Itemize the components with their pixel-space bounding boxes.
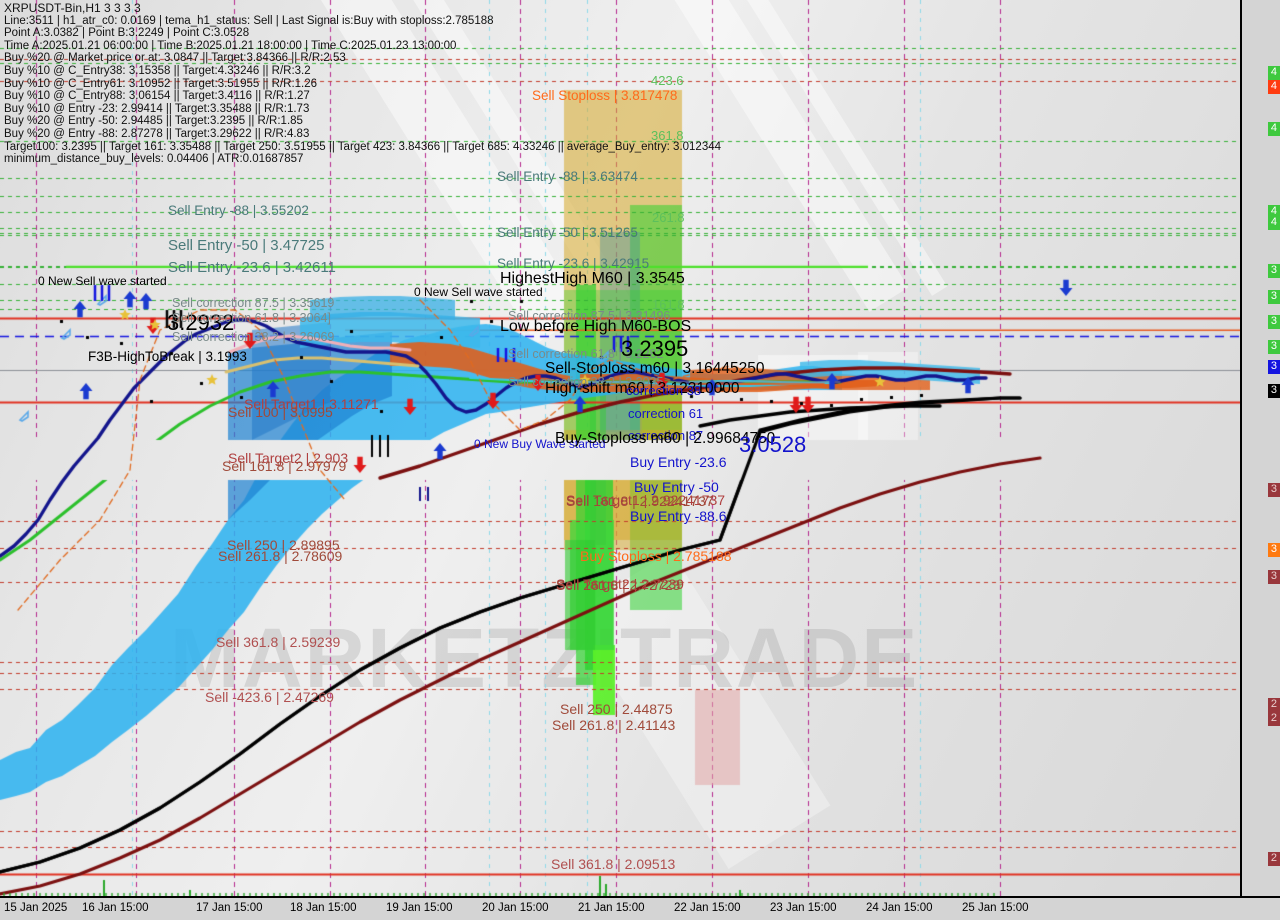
- time-tick: 25 Jan 15:00: [962, 902, 1029, 914]
- price-badge[interactable]: 3: [1267, 340, 1280, 354]
- annotation-sell-250b: Sell 250 | 2.44875: [560, 701, 673, 717]
- price-badge[interactable]: 3: [1267, 384, 1280, 398]
- annotation-price-big-3: 3.0528: [739, 432, 807, 457]
- price-scale[interactable]: 44444333333333222: [1240, 0, 1280, 896]
- info-line: Buy %20 @ Entry -50: 2.94485 || Target:3…: [4, 115, 303, 128]
- time-tick: 24 Jan 15:00: [866, 902, 933, 914]
- annotation-buy-stoploss: Buy Stoploss | 2.785188: [580, 548, 732, 564]
- annotation-sell-1618b: Sell 161.8 | 2.92241737: [566, 493, 714, 509]
- info-line: Target100: 3.2395 || Target 161: 3.35488…: [4, 140, 722, 153]
- annotation-sell-entry-236a: Sell Entry -23.6 | 3.42611: [168, 259, 336, 276]
- annotation-sell-3618b: Sell 361.8 | 2.09513: [551, 856, 676, 872]
- info-line: Buy %10 @ C_Entry38: 3.15358 || Target:4…: [4, 64, 311, 77]
- annotation-sell-1618: Sell 161.8 | 2.97979: [222, 458, 347, 474]
- annotation-buy-entry-236: Buy Entry -23.6: [630, 454, 727, 470]
- price-badge[interactable]: 2: [1267, 712, 1280, 726]
- price-badge[interactable]: 3: [1267, 290, 1280, 304]
- price-badge[interactable]: 4: [1267, 122, 1280, 136]
- annotation-correction-61: correction 61: [628, 406, 704, 421]
- annotation-sell-corr-875a: Sell correction 87.5 | 3.35619: [172, 296, 335, 310]
- info-line: Line:3511 | h1_atr_c0: 0.0169 | tema_h1_…: [4, 14, 494, 27]
- annotation-sell-2618c: Sell 261.8 | 2.72723: [556, 577, 681, 593]
- annotation-buy-entry-886: Buy Entry -88.6: [630, 508, 727, 524]
- time-tick: 19 Jan 15:00: [386, 902, 453, 914]
- trading-chart-window[interactable]: MARKETZITRADE Sell Stoploss | 3.81747842…: [0, 0, 1280, 920]
- annotation-price-big-2: 3.2395: [621, 336, 689, 361]
- price-badge[interactable]: 2: [1267, 698, 1280, 712]
- info-line: Buy %20 @ Entry -88: 2.87278 || Target:3…: [4, 127, 310, 140]
- chart-info-header: XRPUSDT-Bin,H1 3 3 3 3 Line:3511 | h1_at…: [4, 2, 721, 166]
- annotation-sell-entry-50a: Sell Entry -50 | 3.47725: [168, 237, 325, 254]
- info-line: Buy %10 @ C_Entry61: 3.10952 || Target:3…: [4, 77, 318, 90]
- annotation-sell-entry-50b: Sell Entry -50 | 3.51265: [497, 225, 638, 240]
- price-badge[interactable]: 4: [1267, 216, 1280, 230]
- time-tick: 21 Jan 15:00: [578, 902, 645, 914]
- price-badge[interactable]: 2: [1267, 852, 1280, 866]
- time-tick: 22 Jan 15:00: [674, 902, 741, 914]
- annotation-sell-entry-236b: Sell Entry -23.6 | 3.42915: [497, 256, 650, 271]
- price-badge[interactable]: 3: [1267, 483, 1280, 497]
- annotation-sell-3618a: Sell 361.8 | 2.59239: [216, 634, 341, 650]
- annotation-sell-entry-88a: Sell Entry -88 | 3.55202: [168, 203, 309, 218]
- time-tick: 23 Jan 15:00: [770, 902, 837, 914]
- time-tick: 20 Jan 15:00: [482, 902, 549, 914]
- annotation-sell-2618a: Sell 261.8 | 2.78609: [218, 548, 343, 564]
- info-lines: Line:3511 | h1_atr_c0: 0.0169 | tema_h1_…: [4, 15, 721, 166]
- info-line: minimum_distance_buy_levels: 0.04406 | A…: [4, 153, 304, 166]
- price-badge[interactable]: 4: [1267, 80, 1280, 94]
- annotation-correction-38: correction 38: [626, 383, 702, 398]
- annotation-new-sell-wave-a: 0 New Sell wave started: [38, 274, 167, 288]
- time-tick: 18 Jan 15:00: [290, 902, 357, 914]
- time-scale[interactable]: 15 Jan 2025 16 Jan 15:00 17 Jan 15:00 18 Ja…: [0, 896, 1280, 920]
- annotation-f3b-high-to-break: F3B-HighToBreak | 3.1993: [88, 349, 247, 364]
- annotation-sell-corr-618a: Sell correction 61.8 | 3.3064]: [172, 311, 331, 325]
- time-tick: 15 Jan 2025: [4, 902, 68, 914]
- price-badge[interactable]: 3: [1267, 543, 1280, 557]
- annotation-fib-2618-mid: 261.8: [652, 210, 685, 225]
- info-line: Point A:3.0382 | Point B:3.2249 | Point …: [4, 27, 250, 40]
- annotation-new-sell-wave-b: 0 New Sell wave started: [414, 285, 543, 299]
- annotation-sell-entry-88b: Sell Entry -88 | 3.63474: [497, 169, 638, 184]
- price-badge[interactable]: 4: [1267, 66, 1280, 80]
- info-line: Buy %10 @ Entry -23: 2.99414 || Target:3…: [4, 102, 310, 115]
- time-tick: 16 Jan 15:00: [82, 902, 149, 914]
- chart-plot-area[interactable]: MARKETZITRADE Sell Stoploss | 3.81747842…: [0, 0, 1240, 896]
- price-badge[interactable]: 3: [1267, 360, 1280, 374]
- annotation-sell-4236a: Sell -423.6 | 2.47269: [205, 689, 334, 705]
- price-badge[interactable]: 3: [1267, 570, 1280, 584]
- symbol-title: XRPUSDT-Bin,H1 3 3 3 3: [4, 1, 141, 15]
- annotation-sell-100: Sell 100 | 3.0995: [228, 404, 333, 420]
- info-line: Buy %20 @ Market price or at: 3.0847 || …: [4, 52, 346, 65]
- time-tick: 17 Jan 15:00: [196, 902, 263, 914]
- price-badge[interactable]: 3: [1267, 264, 1280, 278]
- info-line: Buy %10 @ C_Entry88: 3.06154 || Target:3…: [4, 90, 310, 103]
- annotation-sell-corr-382a: Sell correction 38.2 | 3.26069: [172, 330, 335, 344]
- annotation-low-before-high: Low before High M60-BOS: [500, 318, 692, 335]
- info-line: Time A:2025.01.21 06:00:00 | Time B:2025…: [4, 39, 457, 52]
- annotation-sell-2618b: Sell 261.8 | 2.41143: [552, 717, 676, 733]
- price-badge[interactable]: 3: [1267, 315, 1280, 329]
